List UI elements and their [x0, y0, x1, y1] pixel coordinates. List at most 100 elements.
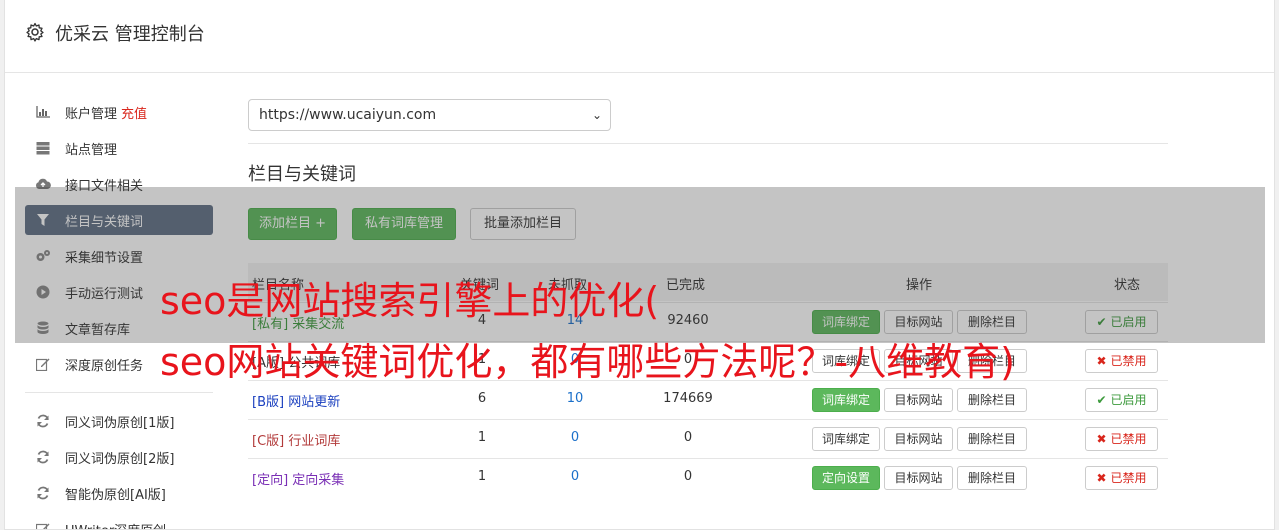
target-site-button[interactable]: 目标网站 — [884, 310, 953, 334]
col-header-actions: 操作 — [906, 278, 933, 293]
column-name-link[interactable]: [定向] 定向采集 — [252, 469, 344, 488]
sidebar-item-uwriter[interactable]: UWriter深度原创 — [25, 514, 213, 529]
cloud-upload-icon — [35, 176, 51, 192]
sidebar-item-columns-keywords[interactable]: 栏目与关键词 — [25, 205, 213, 235]
column-name-link[interactable]: [A版] 公共词库 — [252, 352, 340, 371]
column-tag: [A版] — [252, 356, 285, 371]
cross-icon: ✖ — [1096, 471, 1107, 485]
filter-icon — [35, 212, 51, 228]
sidebar-item-label: 接口文件相关 — [65, 178, 144, 194]
sidebar-item-label: 手动运行测试 — [65, 286, 144, 302]
keyword-count: 6 — [477, 391, 487, 406]
pending-count[interactable]: 0 — [560, 352, 590, 367]
column-tag: [C版] — [252, 434, 285, 449]
sidebar-item-collect-settings[interactable]: 采集细节设置 — [25, 241, 213, 271]
sidebar-item-interface-files[interactable]: 接口文件相关 — [25, 169, 213, 199]
status-toggle[interactable]: ✖ 已禁用 — [1085, 427, 1158, 451]
done-count: 0 — [683, 469, 693, 484]
done-count: 0 — [683, 352, 693, 367]
cross-icon: ✖ — [1096, 354, 1107, 368]
bar-chart-icon — [35, 104, 51, 120]
sidebar-item-manual-run[interactable]: 手动运行测试 — [25, 277, 213, 307]
sidebar-item-label: 账户管理 — [65, 106, 118, 122]
target-site-button[interactable]: 目标网站 — [884, 466, 953, 490]
pending-count[interactable]: 14 — [560, 313, 590, 328]
pending-count[interactable]: 0 — [560, 430, 590, 445]
sidebar-item-label: 采集细节设置 — [65, 250, 144, 266]
done-count: 92460 — [667, 313, 709, 328]
delete-column-button[interactable]: 删除栏目 — [957, 349, 1027, 373]
pending-count[interactable]: 0 — [560, 469, 590, 484]
col-header-keywords: 关键词 — [460, 278, 500, 293]
sidebar-item-deep-original-task[interactable]: 深度原创任务 — [25, 349, 213, 379]
lib-bind-button[interactable]: 词库绑定 — [812, 427, 880, 451]
status-toggle[interactable]: ✖ 已禁用 — [1085, 349, 1158, 373]
target-site-button[interactable]: 目标网站 — [884, 388, 953, 412]
private-lib-button[interactable]: 私有词库管理 — [352, 208, 456, 240]
sidebar-item-label: 站点管理 — [65, 142, 118, 158]
lib-bind-button[interactable]: 定向设置 — [812, 466, 880, 490]
sidebar-item-account[interactable]: 账户管理 充值 — [25, 97, 213, 127]
check-icon: ✔ — [1096, 393, 1107, 407]
column-name-link[interactable]: [C版] 行业词库 — [252, 430, 340, 449]
status-label: 已禁用 — [1110, 432, 1147, 446]
column-name: 定向采集 — [292, 473, 345, 488]
database-icon — [35, 320, 51, 336]
server-icon — [35, 140, 51, 156]
done-count: 0 — [683, 430, 693, 445]
edit-icon — [35, 356, 51, 372]
table-row: [定向] 定向采集 1 0 0 定向设置 目标网站 删除栏目 ✖ 已禁用 — [248, 458, 1168, 498]
refresh-icon — [35, 449, 51, 465]
column-tag: [B版] — [252, 395, 285, 410]
lib-bind-button[interactable]: 词库绑定 — [812, 310, 880, 334]
status-label: 已禁用 — [1110, 354, 1147, 368]
sidebar-item-label: 同义词伪原创[1版] — [65, 415, 175, 431]
keyword-count: 4 — [477, 313, 487, 328]
batch-add-button[interactable]: 批量添加栏目 — [470, 208, 576, 240]
delete-column-button[interactable]: 删除栏目 — [957, 310, 1027, 334]
gears-icon — [35, 248, 51, 264]
target-site-button[interactable]: 目标网站 — [884, 427, 953, 451]
done-count: 174669 — [663, 391, 713, 406]
add-column-button[interactable]: 添加栏目 + — [248, 208, 337, 240]
delete-column-button[interactable]: 删除栏目 — [957, 427, 1027, 451]
sidebar-item-label: 深度原创任务 — [65, 358, 144, 374]
cross-icon: ✖ — [1096, 432, 1107, 446]
column-name: 行业词库 — [288, 434, 341, 449]
status-toggle[interactable]: ✔ 已启用 — [1085, 388, 1158, 412]
delete-column-button[interactable]: 删除栏目 — [957, 466, 1027, 490]
delete-column-button[interactable]: 删除栏目 — [957, 388, 1027, 412]
table-header: 栏目名称 关键词 未抓取 已完成 操作 状态 — [248, 263, 1168, 301]
lib-bind-button[interactable]: 词库绑定 — [812, 388, 880, 412]
sidebar-item-label: 同义词伪原创[2版] — [65, 451, 175, 467]
column-name-link[interactable]: [私有] 采集交流 — [252, 313, 344, 332]
status-label: 已启用 — [1110, 393, 1147, 407]
col-header-done: 已完成 — [666, 278, 706, 293]
page-title: 优采云 管理控制台 — [55, 24, 205, 45]
sidebar-item-article-storage[interactable]: 文章暂存库 — [25, 313, 213, 343]
table-row: [A版] 公共词库 1 0 0 词库绑定 目标网站 删除栏目 ✖ 已禁用 — [248, 341, 1168, 381]
pending-count[interactable]: 10 — [560, 391, 590, 406]
refresh-icon — [35, 485, 51, 501]
column-name-link[interactable]: [B版] 网站更新 — [252, 391, 340, 410]
target-site-button[interactable]: 目标网站 — [884, 349, 953, 373]
sidebar-item-ai-rewrite[interactable]: 智能伪原创[AI版] — [25, 478, 213, 508]
site-select[interactable]: https://www.ucaiyun.com ⌄ — [248, 99, 611, 131]
col-header-name: 栏目名称 — [252, 278, 305, 293]
table-row: [私有] 采集交流 4 14 92460 词库绑定 目标网站 删除栏目 ✔ 已启用 — [248, 302, 1168, 342]
sidebar-item-synonym-v2[interactable]: 同义词伪原创[2版] — [25, 442, 213, 472]
status-toggle[interactable]: ✖ 已禁用 — [1085, 466, 1158, 490]
col-header-pending: 未抓取 — [548, 278, 588, 293]
content-divider — [248, 143, 1168, 144]
table-row: [C版] 行业词库 1 0 0 词库绑定 目标网站 删除栏目 ✖ 已禁用 — [248, 419, 1168, 459]
column-name: 采集交流 — [292, 317, 345, 332]
lib-bind-button[interactable]: 词库绑定 — [812, 349, 880, 373]
status-toggle[interactable]: ✔ 已启用 — [1085, 310, 1158, 334]
sidebar-item-synonym-v1[interactable]: 同义词伪原创[1版] — [25, 406, 213, 436]
check-icon: ✔ — [1096, 315, 1107, 329]
sidebar-item-sites[interactable]: 站点管理 — [25, 133, 213, 163]
keyword-count: 1 — [477, 430, 487, 445]
chevron-down-icon: ⌄ — [591, 108, 602, 122]
gear-icon — [26, 22, 44, 42]
recharge-link[interactable]: 充值 — [121, 103, 147, 122]
